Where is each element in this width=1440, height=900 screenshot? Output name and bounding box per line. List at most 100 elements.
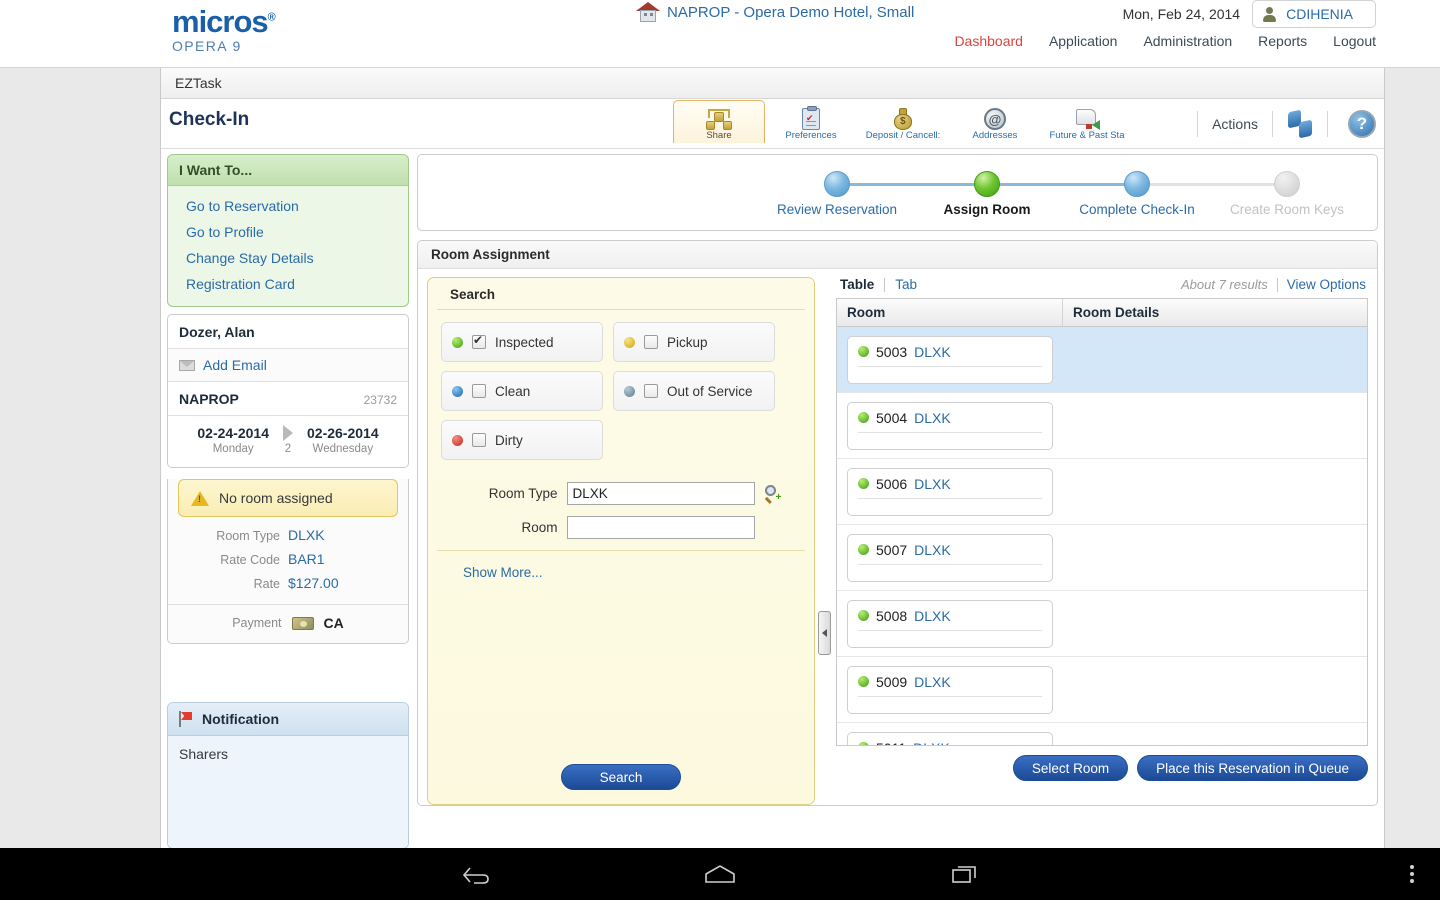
room-type: DLXK [914,673,951,690]
room-cell: 5006 DLXK [837,467,1063,516]
select-room-button[interactable]: Select Room [1012,755,1129,781]
step-create-room-keys-label: Create Room Keys [1229,202,1345,217]
back-icon[interactable] [461,864,489,884]
user-icon [1263,6,1277,22]
table-row[interactable]: 5003 DLXK [837,327,1367,393]
checkbox-inspected[interactable] [472,333,486,349]
filter-dirty-label: Dirty [495,432,523,448]
table-row[interactable]: 5011 DLXK [837,723,1367,745]
toolbar-share[interactable]: Share [673,100,765,143]
status-filter-grid: Inspected Pickup Clean [428,310,814,460]
room-type-input[interactable] [566,482,755,505]
room-type-value[interactable]: DLXK [288,527,396,543]
results-area: Table Tab About 7 results View Options R… [836,277,1368,799]
room-type: DLXK [914,409,951,426]
table-row[interactable]: 5006 DLXK [837,459,1367,525]
room-field-row: Room [428,516,814,539]
panel-collapse-handle[interactable] [818,611,831,655]
room-type: DLXK [914,541,951,558]
sidebar-link-change-stay-details[interactable]: Change Stay Details [168,245,408,271]
room-cell: 5004 DLXK [837,401,1063,450]
actions-button[interactable]: Actions [1212,116,1258,132]
home-icon[interactable] [703,863,737,885]
room-type-field-label: Room Type [488,486,558,501]
table-row[interactable]: 5009 DLXK [837,657,1367,723]
recents-icon[interactable] [951,863,979,885]
nav-reports[interactable]: Reports [1258,33,1307,49]
rate-value[interactable]: $127.00 [288,575,396,591]
toolbar-preferences[interactable]: ✔ Preferences [765,101,857,143]
filter-out-of-service[interactable]: Out of Service [613,371,775,411]
room-assignment-title: Room Assignment [431,247,550,262]
results-table: Room Room Details 5003 DLXK 5004 DLXK 50… [836,298,1368,746]
status-dot-green-icon [452,336,463,348]
room-input[interactable] [566,516,755,539]
filter-clean[interactable]: Clean [441,371,603,411]
show-more-link[interactable]: Show More... [463,565,543,580]
cash-icon [291,616,314,630]
checkbox-pickup[interactable] [644,335,658,349]
filter-pickup[interactable]: Pickup [613,322,775,362]
room-pill[interactable]: 5008 DLXK [847,599,1053,648]
clipboard-icon: ✔ [765,104,857,130]
toolbar-preferences-label: Preferences [785,130,837,141]
sidebar-link-registration-card[interactable]: Registration Card [168,271,408,297]
toolbar-addresses[interactable]: @ Addresses [949,101,1041,143]
step-review-reservation-label: Review Reservation [776,202,898,217]
room-number: 5009 [876,673,908,690]
flag-icon [179,711,193,727]
table-row[interactable]: 5007 DLXK [837,525,1367,591]
nav-application[interactable]: Application [1049,33,1118,49]
magnifier-add-icon[interactable]: + [764,485,782,504]
toolbar-future-past-stays[interactable]: Future & Past Sta [1041,101,1133,143]
filter-dirty[interactable]: Dirty [441,420,603,460]
room-cell: 5008 DLXK [837,599,1063,648]
page-header: Check-In Share ✔ Preferences $ Deposit /… [161,99,1384,149]
hotel-selector[interactable]: NAPROP - Opera Demo Hotel, Small [636,2,914,22]
nav-administration[interactable]: Administration [1143,33,1232,49]
nights-block: 2 [283,425,293,455]
user-menu[interactable]: CDIHENIA [1252,0,1376,28]
sidebar-link-go-to-profile[interactable]: Go to Profile [168,219,408,245]
view-tab-tab[interactable]: Tab [895,277,917,292]
checkbox-dirty[interactable] [472,433,486,447]
main-content: Review Reservation Assign Room Complete … [417,154,1378,806]
guest-info-card: Dozer, Alan Add Email NAPROP 23732 02-24… [167,314,409,468]
overflow-menu-icon[interactable] [1410,865,1414,883]
nav-logout[interactable]: Logout [1333,33,1376,49]
room-pill[interactable]: 5006 DLXK [847,467,1053,516]
table-body: 5003 DLXK 5004 DLXK 5006 DLXK 5007 DLXK … [837,327,1367,745]
refresh-icon[interactable] [1287,109,1313,139]
filter-inspected[interactable]: Inspected [441,322,603,362]
sidebar-link-go-to-reservation[interactable]: Go to Reservation [168,193,408,219]
step-complete-checkin[interactable]: Complete Check-In [1052,171,1222,217]
checkbox-out-of-service[interactable] [644,384,658,398]
stepper-bar-1 [837,183,987,186]
view-tab-table[interactable]: Table [840,277,874,292]
rate-code-value[interactable]: BAR1 [288,551,396,567]
table-row[interactable]: 5008 DLXK [837,591,1367,657]
table-row[interactable]: 5004 DLXK [837,393,1367,459]
place-in-queue-button[interactable]: Place this Reservation in Queue [1137,755,1368,781]
toolbar-deposit-cancellation[interactable]: $ Deposit / Cancell: [857,101,949,143]
room-pill[interactable]: 5003 DLXK [847,335,1053,384]
i-want-to-panel: I Want To... Go to Reservation Go to Pro… [167,154,409,307]
nav-dashboard[interactable]: Dashboard [954,33,1023,49]
room-pill[interactable]: 5007 DLXK [847,533,1053,582]
room-pill[interactable]: 5004 DLXK [847,401,1053,450]
eztask-tab[interactable]: EZTask [161,68,1384,99]
search-button[interactable]: Search [561,764,681,790]
checkbox-clean[interactable] [472,384,486,398]
step-review-reservation[interactable]: Review Reservation [752,171,922,217]
view-options-link[interactable]: View Options [1287,277,1366,292]
room-pill[interactable]: 5009 DLXK [847,665,1053,714]
room-type-field-row: Room Type + [428,482,814,505]
chevron-left-icon [822,629,827,637]
add-email-button[interactable]: Add Email [168,349,408,382]
help-icon[interactable]: ? [1348,110,1376,138]
top-bar: micros® OPERA 9 NAPROP - Opera Demo Hote… [0,0,1440,68]
room-assignment-header: Room Assignment [418,241,1377,269]
step-assign-room[interactable]: Assign Room [902,171,1072,217]
notification-title: Notification [202,711,279,727]
room-pill[interactable]: 5011 DLXK [847,731,1053,745]
